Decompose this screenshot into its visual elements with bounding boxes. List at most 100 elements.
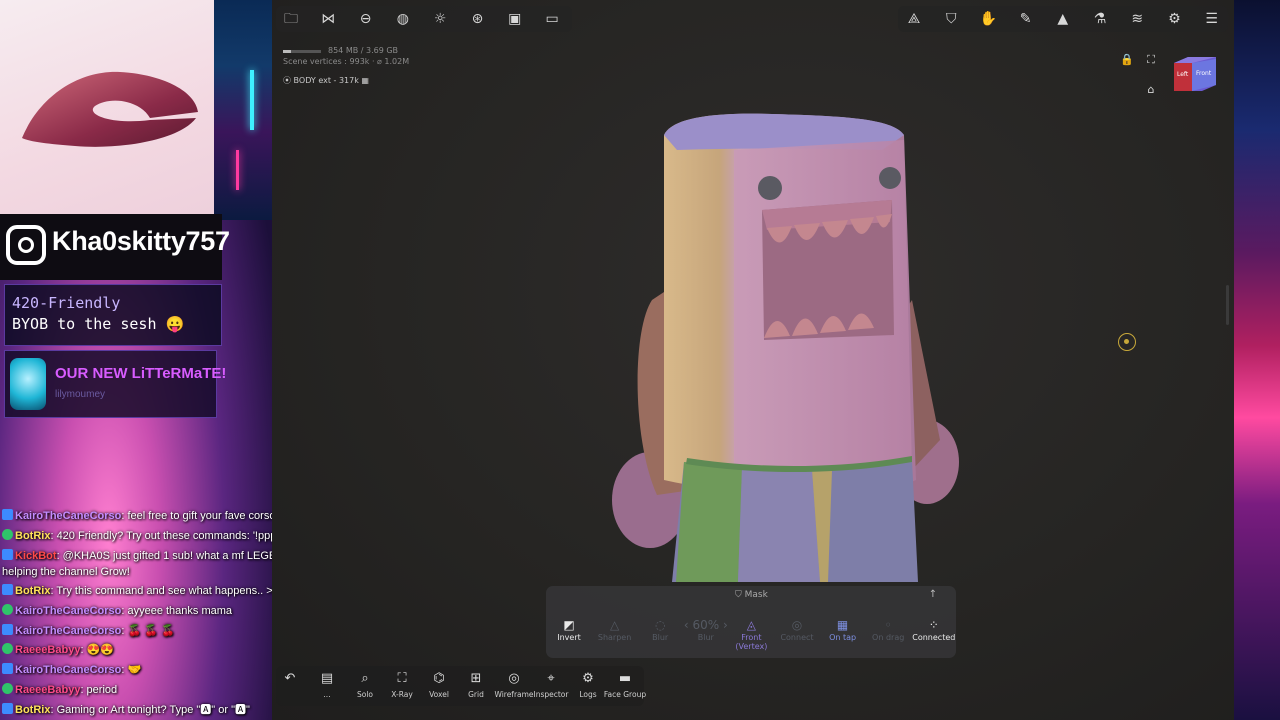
- connect-icon: ◎: [791, 618, 803, 632]
- chat-text: : 🍒 🍒 🍒: [121, 625, 175, 637]
- neon-city-background: [214, 0, 272, 220]
- on-tap-button-label: On tap: [829, 633, 857, 642]
- logs-button-label: Logs: [579, 690, 597, 699]
- view-cube[interactable]: Left Front: [1170, 55, 1218, 93]
- mask-shield-icon[interactable]: ⛉: [942, 10, 960, 28]
- promo-title: OUR NEW LiTTeRMaTE!: [55, 365, 227, 382]
- sharpen-button[interactable]: △ Sharpen: [593, 617, 637, 655]
- user-badge-icon: [2, 549, 13, 560]
- view-cube-front: Front: [1196, 70, 1212, 77]
- lab-icon[interactable]: ⚗: [1091, 10, 1109, 28]
- hand-icon[interactable]: ✋: [979, 10, 997, 28]
- user-badge-icon: [2, 529, 13, 540]
- chat-text: : period: [80, 684, 118, 696]
- connected-button[interactable]: ⁘ Connected: [912, 617, 956, 655]
- info-line-2: BYOB to the sesh 😛: [12, 315, 185, 333]
- object-icon: ⦿: [283, 76, 294, 85]
- topology-icon[interactable]: ▲: [1054, 10, 1072, 28]
- user-badge-icon: [2, 624, 13, 635]
- chat-message: BotRix: Gaming or Art tonight? Type "🅰" …: [2, 703, 250, 718]
- chat-message: KairoTheCaneCorso: 🍒 🍒 🍒: [2, 624, 175, 639]
- image-icon[interactable]: ▣: [506, 10, 524, 28]
- collapse-icon[interactable]: ↑: [924, 586, 942, 604]
- object-visibility-icon[interactable]: ▦: [361, 76, 369, 85]
- chat-text: : ayyeee thanks mama: [121, 605, 233, 617]
- fullscreen-icon[interactable]: ⛶: [1142, 51, 1160, 69]
- info-line-1: 420-Friendly: [12, 294, 121, 312]
- brush-icon[interactable]: ✎: [1017, 10, 1035, 28]
- connect-button-label: Connect: [780, 633, 814, 642]
- chat-username[interactable]: KairoTheCaneCorso: [15, 625, 121, 637]
- blur-button[interactable]: ◌ Blur: [638, 617, 682, 655]
- invert-icon: ◩: [563, 618, 575, 632]
- files-icon[interactable]: 🗀: [282, 10, 300, 28]
- lock-icon[interactable]: 🔒: [1118, 51, 1136, 69]
- chat-message: RaeeeBabyy: period: [2, 683, 117, 698]
- cursor-icon: [1118, 333, 1136, 351]
- promo-subtitle: lilymoumey: [55, 389, 106, 400]
- blur-icon: ◌: [654, 618, 666, 632]
- chat-username[interactable]: KairoTheCaneCorso: [15, 664, 121, 676]
- connected-button-label: Connected: [912, 633, 956, 642]
- blur-amount-label: Blur: [697, 633, 714, 642]
- share-icon[interactable]: ⋈: [319, 10, 337, 28]
- material-icon[interactable]: ⊛: [469, 10, 487, 28]
- sharpen-icon: △: [609, 618, 620, 632]
- chat-username[interactable]: KairoTheCaneCorso: [15, 510, 121, 522]
- user-badge-icon: [2, 683, 13, 694]
- camera-icon[interactable]: ▭: [543, 10, 561, 28]
- blur-button-label: Blur: [652, 633, 669, 642]
- chat-text: : Gaming or Art tonight? Type "🅰" or "🅰": [50, 704, 250, 716]
- channel-logo: [0, 0, 214, 214]
- user-badge-icon: [2, 643, 13, 654]
- settings-icon[interactable]: ⚙: [1165, 10, 1183, 28]
- invert-button-label: Invert: [557, 633, 581, 642]
- connect-button[interactable]: ◎ Connect: [775, 617, 819, 655]
- user-badge-icon: [2, 703, 13, 714]
- xray-button-label: X-Ray: [391, 690, 413, 699]
- scene-icon[interactable]: ⊖: [357, 10, 375, 28]
- promo-avatar: [10, 358, 46, 410]
- chat-message: KairoTheCaneCorso: ayyeee thanks mama: [2, 604, 232, 619]
- on-tap-button[interactable]: ▦ On tap: [821, 617, 865, 655]
- on-drag-button[interactable]: ◦ On drag: [866, 617, 910, 655]
- transform-icon[interactable]: ⟁: [905, 10, 923, 28]
- front-vertex-button-label: Front (Vertex): [735, 633, 768, 651]
- chat-username[interactable]: BotRix: [15, 530, 50, 542]
- menu-icon[interactable]: ☰: [1203, 10, 1221, 28]
- chat-message: RaeeeBabyy: 😍😍: [2, 643, 114, 658]
- front-vertex-button[interactable]: ◬ Front (Vertex): [729, 617, 773, 655]
- user-badge-icon: [2, 584, 13, 595]
- mask-title: ⛉ Mask: [735, 590, 768, 600]
- chat-username[interactable]: KickBot: [15, 550, 57, 562]
- front-vertex-icon: ◬: [746, 618, 756, 632]
- chat-username[interactable]: RaeeeBabyy: [15, 684, 80, 696]
- instagram-handle: Kha0skitty757: [52, 226, 230, 256]
- layers-icon[interactable]: ≋: [1128, 10, 1146, 28]
- chat-message: KairoTheCaneCorso: 🤝: [2, 663, 141, 678]
- light-icon[interactable]: ☼: [431, 10, 449, 28]
- invert-button[interactable]: ◩ Invert: [547, 617, 591, 655]
- chat-username[interactable]: RaeeeBabyy: [15, 644, 80, 656]
- chat-username[interactable]: BotRix: [15, 704, 50, 716]
- sharpen-button-label: Sharpen: [597, 633, 632, 642]
- screen: { "stream_overlay": { "instagram_handle"…: [0, 0, 1280, 720]
- user-badge-icon: [2, 604, 13, 615]
- chat-text: helping the channel Grow!: [2, 566, 130, 578]
- scrollbar[interactable]: [1226, 285, 1229, 325]
- face-group-button-label: Face Group: [603, 690, 647, 699]
- view-cube-left: Left: [1177, 71, 1189, 78]
- background-icon[interactable]: ◍: [394, 10, 412, 28]
- user-badge-icon: [2, 509, 13, 520]
- chat-username[interactable]: BotRix: [15, 585, 50, 597]
- chat-username[interactable]: KairoTheCaneCorso: [15, 605, 121, 617]
- face-group-button[interactable]: ▬ Face Group: [597, 670, 653, 699]
- user-badge-icon: [2, 663, 13, 674]
- object-name: BODY ext - 317k: [293, 76, 359, 85]
- blur-amount[interactable]: ‹ 60% › Blur: [684, 617, 728, 655]
- object-label[interactable]: ⦿ BODY ext - 317k ▦: [283, 75, 369, 86]
- voxel-button-label: Voxel: [429, 690, 449, 699]
- grid-button-label: Grid: [468, 690, 484, 699]
- mask-icon: ⛉: [735, 590, 745, 600]
- home-icon[interactable]: ⌂: [1142, 81, 1160, 99]
